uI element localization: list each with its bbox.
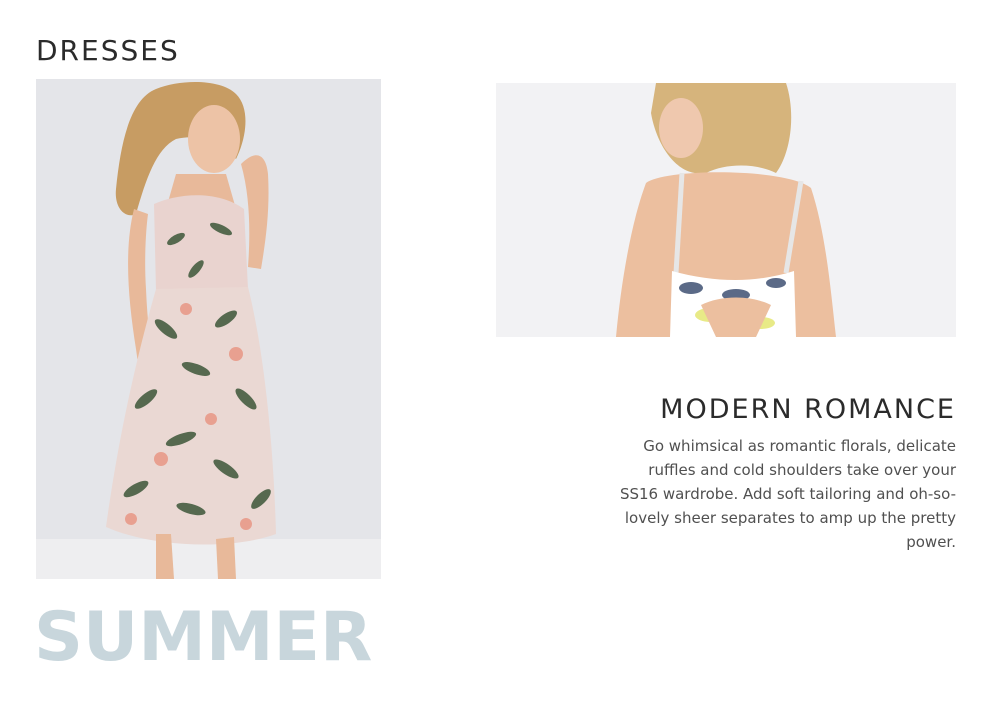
season-word: SUMMER [34, 598, 373, 677]
back-detail-illustration [496, 83, 956, 337]
feature-description-line: ruffles and cold shoulders take over you… [648, 461, 956, 479]
product-image-floral-dress[interactable] [36, 79, 381, 579]
feature-description-line: Go whimsical as romantic florals, delica… [643, 437, 956, 455]
feature-description: Go whimsical as romantic florals, delica… [616, 434, 956, 554]
feature-block: MODERN ROMANCE Go whimsical as romantic … [616, 392, 956, 554]
feature-description-line: lovely sheer separates to amp up the pre… [624, 509, 956, 527]
section-title: DRESSES [36, 34, 180, 67]
floral-dress-illustration [36, 79, 381, 579]
feature-title: MODERN ROMANCE [660, 394, 956, 425]
feature-description-line: SS16 wardrobe. Add soft tailoring and oh… [619, 485, 956, 503]
feature-description-line: power. [906, 533, 956, 551]
product-image-back-detail[interactable] [496, 83, 956, 337]
